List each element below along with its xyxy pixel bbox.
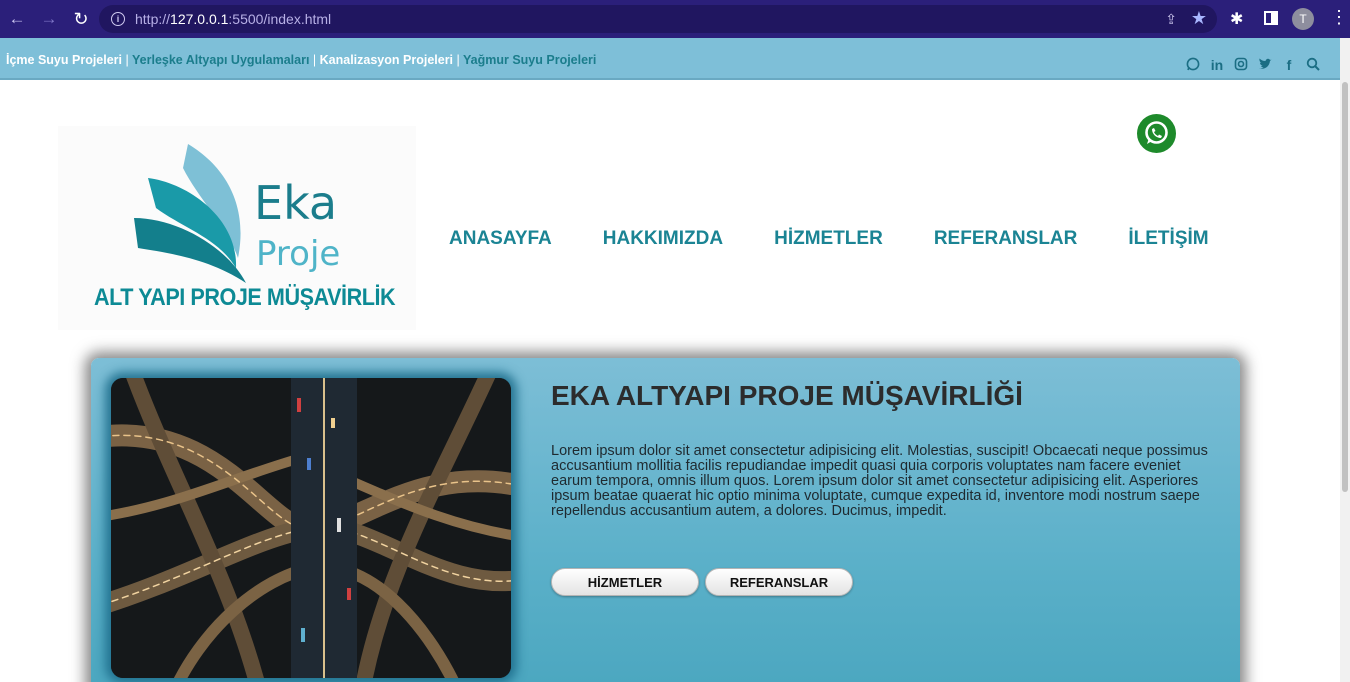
referanslar-button[interactable]: REFERANSLAR bbox=[705, 568, 853, 596]
whatsapp-icon[interactable] bbox=[1186, 57, 1200, 74]
project-links: İçme Suyu Projeleri | Yerleşke Altyapı U… bbox=[6, 53, 596, 67]
facebook-icon[interactable]: f bbox=[1282, 57, 1296, 74]
url-host: 127.0.0.1 bbox=[170, 11, 229, 27]
whatsapp-float-button[interactable] bbox=[1137, 114, 1176, 153]
link-kanalizasyon[interactable]: Kanalizasyon Projeleri bbox=[320, 53, 453, 67]
hero-buttons: HİZMETLER REFERANSLAR bbox=[551, 568, 853, 596]
link-icme-suyu[interactable]: İçme Suyu Projeleri bbox=[6, 53, 122, 67]
scrollbar-thumb[interactable] bbox=[1342, 82, 1348, 492]
share-icon[interactable]: ⇪ bbox=[1165, 11, 1177, 28]
logo-word-eka: Eka bbox=[254, 176, 338, 230]
search-icon[interactable] bbox=[1306, 57, 1320, 74]
site-info-icon[interactable]: i bbox=[111, 12, 125, 26]
link-yerleske[interactable]: Yerleşke Altyapı Uygulamaları bbox=[132, 53, 309, 67]
linkedin-icon[interactable]: in bbox=[1210, 57, 1224, 74]
logo-tagline: ALT YAPI PROJE MÜŞAVİRLİK bbox=[94, 284, 396, 311]
nav-anasayfa[interactable]: ANASAYFA bbox=[449, 228, 552, 250]
reload-button[interactable]: ↻ bbox=[70, 8, 92, 30]
instagram-icon[interactable] bbox=[1234, 57, 1248, 74]
top-link-bar: İçme Suyu Projeleri | Yerleşke Altyapı U… bbox=[0, 38, 1340, 80]
web-page: İçme Suyu Projeleri | Yerleşke Altyapı U… bbox=[0, 38, 1340, 682]
link-yagmur-suyu[interactable]: Yağmur Suyu Projeleri bbox=[463, 53, 596, 67]
profile-avatar[interactable]: T bbox=[1292, 8, 1314, 30]
hero-title: EKA ALTYAPI PROJE MÜŞAVİRLİĞİ bbox=[551, 380, 1023, 411]
url-path: :5500/index.html bbox=[228, 11, 332, 27]
link-separator: | bbox=[456, 53, 460, 67]
highway-aerial-photo bbox=[111, 378, 511, 678]
back-button[interactable]: ← bbox=[6, 8, 28, 30]
whatsapp-icon bbox=[1145, 121, 1168, 144]
browser-menu-icon[interactable]: ⋮ bbox=[1330, 8, 1348, 26]
logo-word-proje: Proje bbox=[256, 234, 341, 274]
company-logo[interactable]: Eka Proje ALT YAPI PROJE MÜŞAVİRLİK bbox=[58, 126, 416, 330]
url-text[interactable]: http://127.0.0.1:5500/index.html bbox=[135, 11, 331, 27]
hero-text: Lorem ipsum dolor sit amet consectetur a… bbox=[551, 443, 1208, 519]
url-scheme: http:// bbox=[135, 11, 171, 27]
link-separator: | bbox=[125, 53, 129, 67]
forward-button[interactable]: → bbox=[38, 8, 60, 30]
side-panel-icon[interactable] bbox=[1264, 11, 1278, 25]
hero-section: EKA ALTYAPI PROJE MÜŞAVİRLİĞİ Lorem ipsu… bbox=[91, 358, 1240, 682]
social-icons: in f bbox=[1186, 57, 1320, 74]
link-separator: | bbox=[312, 53, 317, 67]
nav-iletisim[interactable]: İLETİŞİM bbox=[1128, 228, 1208, 250]
nav-hakkimizda[interactable]: HAKKIMIZDA bbox=[603, 228, 723, 250]
browser-toolbar: ← → ↻ i http://127.0.0.1:5500/index.html… bbox=[0, 0, 1350, 38]
twitter-icon[interactable] bbox=[1258, 57, 1272, 74]
page-scrollbar[interactable] bbox=[1340, 38, 1350, 682]
nav-hizmetler[interactable]: HİZMETLER bbox=[774, 228, 883, 250]
nav-referanslar[interactable]: REFERANSLAR bbox=[934, 228, 1078, 250]
main-navigation: ANASAYFA HAKKIMIZDA HİZMETLER REFERANSLA… bbox=[449, 228, 1260, 250]
address-bar[interactable]: i http://127.0.0.1:5500/index.html ⇪ ★ bbox=[99, 5, 1217, 33]
bookmark-star-icon[interactable]: ★ bbox=[1191, 8, 1207, 29]
logo-wave-icon bbox=[134, 144, 246, 283]
hizmetler-button[interactable]: HİZMETLER bbox=[551, 568, 699, 596]
extensions-icon[interactable]: ✱ bbox=[1230, 9, 1243, 29]
